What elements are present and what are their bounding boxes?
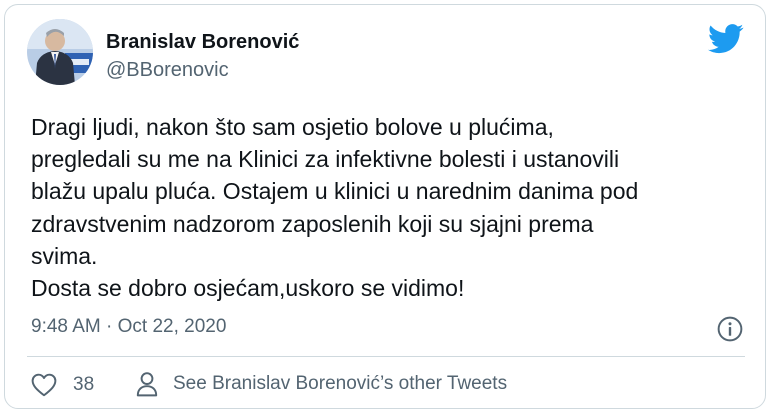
twitter-bird-icon[interactable] — [708, 24, 744, 54]
avatar[interactable] — [27, 19, 93, 85]
tweet-time: 9:48 AM — [31, 316, 101, 337]
see-other-tweets-label: See Branislav Borenović’s other Tweets — [173, 373, 508, 394]
author-name[interactable]: Branislav Borenović — [106, 31, 299, 54]
author-handle[interactable]: @BBorenovic — [106, 59, 229, 82]
tweet-timestamp[interactable]: 9:48 AM · Oct 22, 2020 — [31, 316, 226, 338]
like-button[interactable]: 38 — [31, 373, 94, 397]
avatar-image — [27, 19, 93, 85]
tweet-date: Oct 22, 2020 — [117, 316, 227, 337]
divider — [27, 356, 745, 357]
meta-separator: · — [106, 316, 113, 337]
like-count: 38 — [73, 374, 95, 395]
info-icon[interactable] — [717, 316, 743, 342]
tweet-card: Branislav Borenović @BBorenovic Dragi lj… — [4, 4, 766, 409]
person-icon — [136, 372, 158, 397]
tweet-text: Dragi ljudi, nakon što sam osjetio bolov… — [31, 114, 639, 302]
heart-icon — [31, 373, 57, 397]
see-other-tweets-link[interactable]: See Branislav Borenović’s other Tweets — [136, 371, 507, 397]
